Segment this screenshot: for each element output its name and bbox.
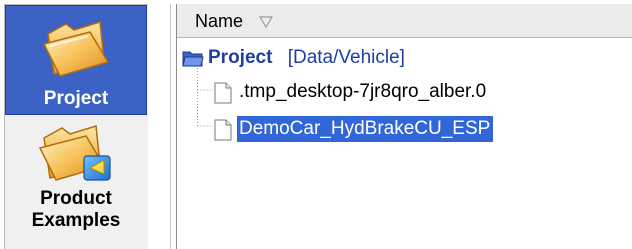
nav-item-project[interactable]: Project (5, 5, 147, 115)
open-folder-icon (182, 48, 204, 76)
sort-descending-icon[interactable] (258, 15, 274, 29)
navigation-panel: Project Product Examples (0, 0, 170, 249)
nav-item-product-examples-label-text: Product Examples (31, 188, 121, 231)
file-icon (213, 82, 233, 112)
tree-root-node[interactable]: Project [Data/Vehicle] (182, 45, 405, 71)
tree-file-label: .tmp_desktop-7jr8qro_alber.0 (239, 81, 487, 102)
nav-item-product-examples[interactable]: Product Examples (5, 116, 147, 249)
name-column-label: Name (195, 11, 244, 31)
folder-icon (40, 16, 112, 85)
tree-file-label-selected: DemoCar_HydBrakeCU_ESP (237, 116, 494, 142)
folder-with-badge-icon (36, 122, 116, 189)
nav-item-product-examples-label: Product Examples (5, 188, 147, 232)
project-browser: Project Product Examples Name Project [D… (0, 0, 632, 249)
panel-divider[interactable] (170, 4, 171, 249)
tree-column-header[interactable]: Name (177, 4, 632, 38)
tree-root-path: [Data/Vehicle] (287, 47, 405, 68)
file-icon (213, 119, 233, 149)
nav-item-project-label: Project (43, 88, 109, 109)
tree-root-label: Project (208, 47, 273, 68)
project-tree: Name Project [Data/Vehicle] .tmp_desktop… (177, 4, 632, 249)
